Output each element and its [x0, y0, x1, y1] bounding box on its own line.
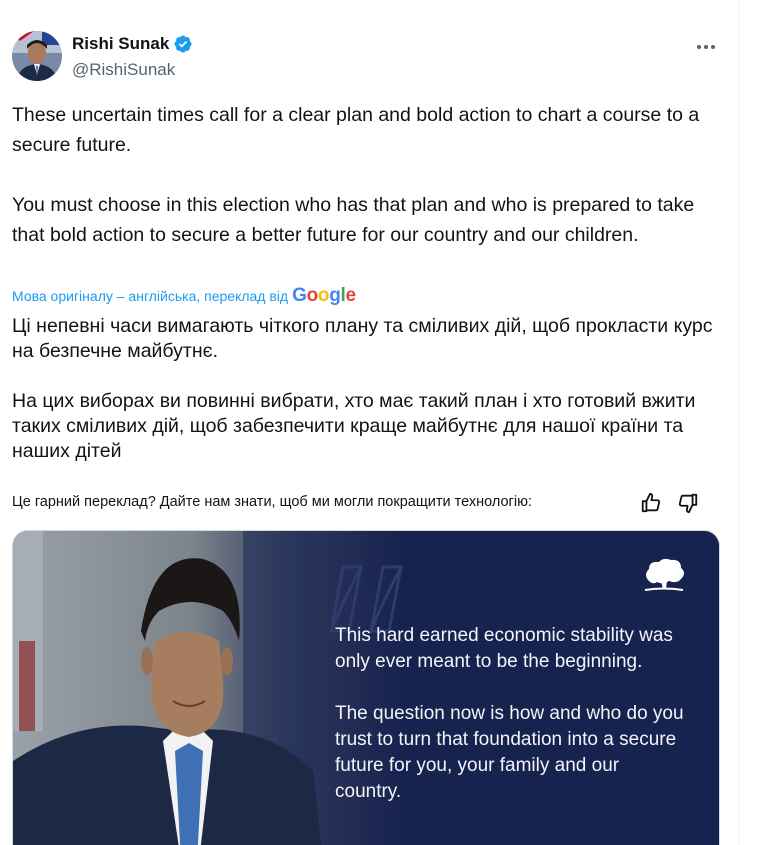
- avatar[interactable]: [12, 31, 62, 81]
- conservative-tree-logo-icon: [641, 557, 687, 593]
- author-name-row: Rishi Sunak: [72, 34, 193, 54]
- verified-badge-icon[interactable]: [173, 34, 193, 54]
- translation-feedback-prompt: Це гарний переклад? Дайте нам знати, щоб…: [12, 494, 532, 510]
- more-options-icon[interactable]: [694, 35, 718, 59]
- timeline-divider: [739, 0, 740, 845]
- author-handle[interactable]: @RishiSunak: [72, 60, 175, 80]
- tweet-header: Rishi Sunak @RishiSunak: [12, 31, 722, 83]
- translation-attribution: Мова оригіналу – англійська, переклад ві…: [12, 285, 356, 307]
- tweet-media-image[interactable]: This hard earned economic stability was …: [12, 530, 720, 845]
- google-logo: Google: [292, 285, 356, 306]
- thumbs-up-icon[interactable]: [640, 492, 662, 514]
- translated-text: Ці непевні часи вимагають чіткого плану …: [12, 315, 713, 462]
- thumbs-down-icon[interactable]: [677, 492, 699, 514]
- tweet-text: These uncertain times call for a clear p…: [12, 104, 700, 246]
- author-display-name[interactable]: Rishi Sunak: [72, 34, 169, 54]
- translation-note[interactable]: Мова оригіналу – англійська, переклад ві…: [12, 288, 288, 304]
- media-quote-text: This hard earned economic stability was …: [335, 625, 684, 802]
